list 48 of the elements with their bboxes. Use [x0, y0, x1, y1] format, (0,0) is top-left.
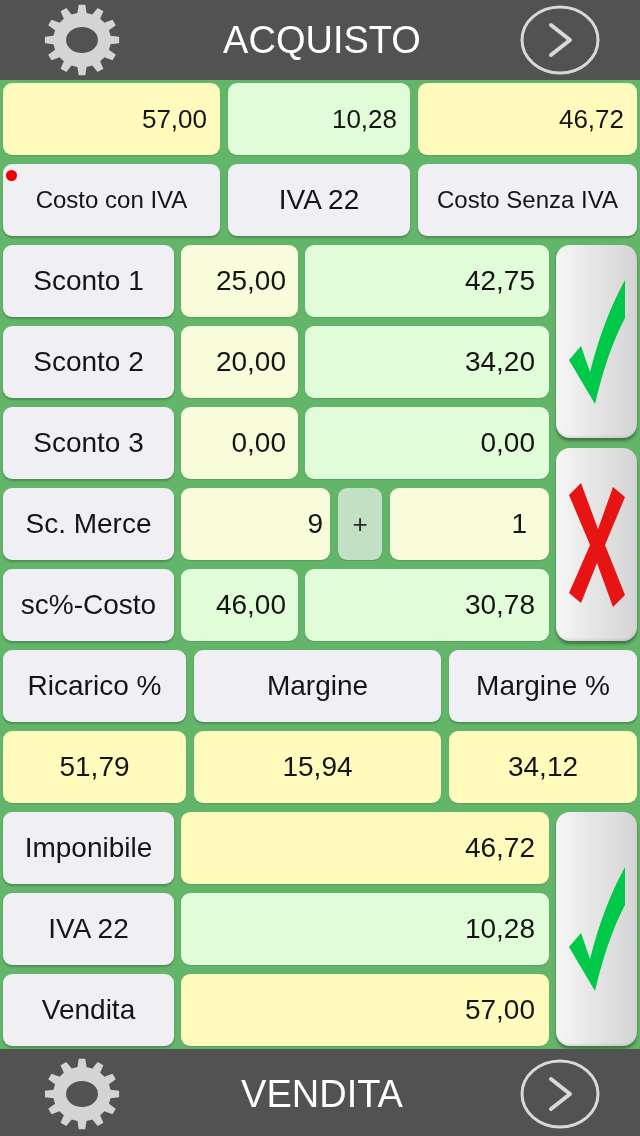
cancel-button[interactable]: [556, 448, 637, 641]
value-field[interactable]: 15,94: [194, 731, 441, 803]
cross-icon: [568, 482, 625, 607]
value-field[interactable]: 46,72: [181, 812, 549, 884]
sale-label-button[interactable]: Vendita: [3, 974, 174, 1046]
mode-button[interactable]: Costo con IVA: [3, 164, 220, 236]
screen-title: VENDITA: [241, 1075, 403, 1113]
value-field[interactable]: 20,00: [181, 326, 298, 398]
value-field[interactable]: 0,00: [181, 407, 298, 479]
sale-label-button[interactable]: Imponibile: [3, 812, 174, 884]
result-value: 42,75: [305, 245, 549, 317]
margin-label-button[interactable]: Margine: [194, 650, 441, 722]
settings-button[interactable]: [44, 1058, 120, 1130]
margin-label-button[interactable]: Ricarico %: [3, 650, 186, 722]
screen-title: ACQUISTO: [223, 21, 421, 59]
value-field[interactable]: 25,00: [181, 245, 298, 317]
sale-label-button[interactable]: IVA 22: [3, 893, 174, 965]
settings-button[interactable]: [44, 4, 120, 76]
value-field[interactable]: 46,72: [418, 83, 637, 155]
value-field[interactable]: 9: [181, 488, 330, 560]
result-value: 10,28: [228, 83, 410, 155]
gear-icon: [44, 1058, 120, 1130]
check-icon: [568, 279, 625, 404]
next-button[interactable]: [520, 1059, 600, 1129]
gear-icon: [44, 4, 120, 76]
plus-button[interactable]: +: [338, 488, 382, 560]
value-field[interactable]: 57,00: [3, 83, 220, 155]
chevron-circle-icon: [520, 1059, 600, 1129]
chevron-circle-icon: [520, 5, 600, 75]
value-field[interactable]: 1: [390, 488, 549, 560]
discount-label-button[interactable]: Sc. Merce: [3, 488, 174, 560]
discount-label-button[interactable]: Sconto 2: [3, 326, 174, 398]
result-value: 0,00: [305, 407, 549, 479]
discount-label-button[interactable]: Sconto 1: [3, 245, 174, 317]
check-icon: [568, 867, 625, 991]
margin-label-button[interactable]: Margine %: [449, 650, 637, 722]
result-value: 10,28: [181, 893, 549, 965]
result-value: 46,00: [181, 569, 298, 641]
result-value: 34,20: [305, 326, 549, 398]
discount-label-button[interactable]: sc%-Costo: [3, 569, 174, 641]
value-field[interactable]: 34,12: [449, 731, 637, 803]
value-field[interactable]: 51,79: [3, 731, 186, 803]
discount-label-button[interactable]: Sconto 3: [3, 407, 174, 479]
mode-button[interactable]: Costo Senza IVA: [418, 164, 637, 236]
next-button[interactable]: [520, 5, 600, 75]
result-value: 30,78: [305, 569, 549, 641]
mode-button[interactable]: IVA 22: [228, 164, 410, 236]
value-field[interactable]: 57,00: [181, 974, 549, 1046]
